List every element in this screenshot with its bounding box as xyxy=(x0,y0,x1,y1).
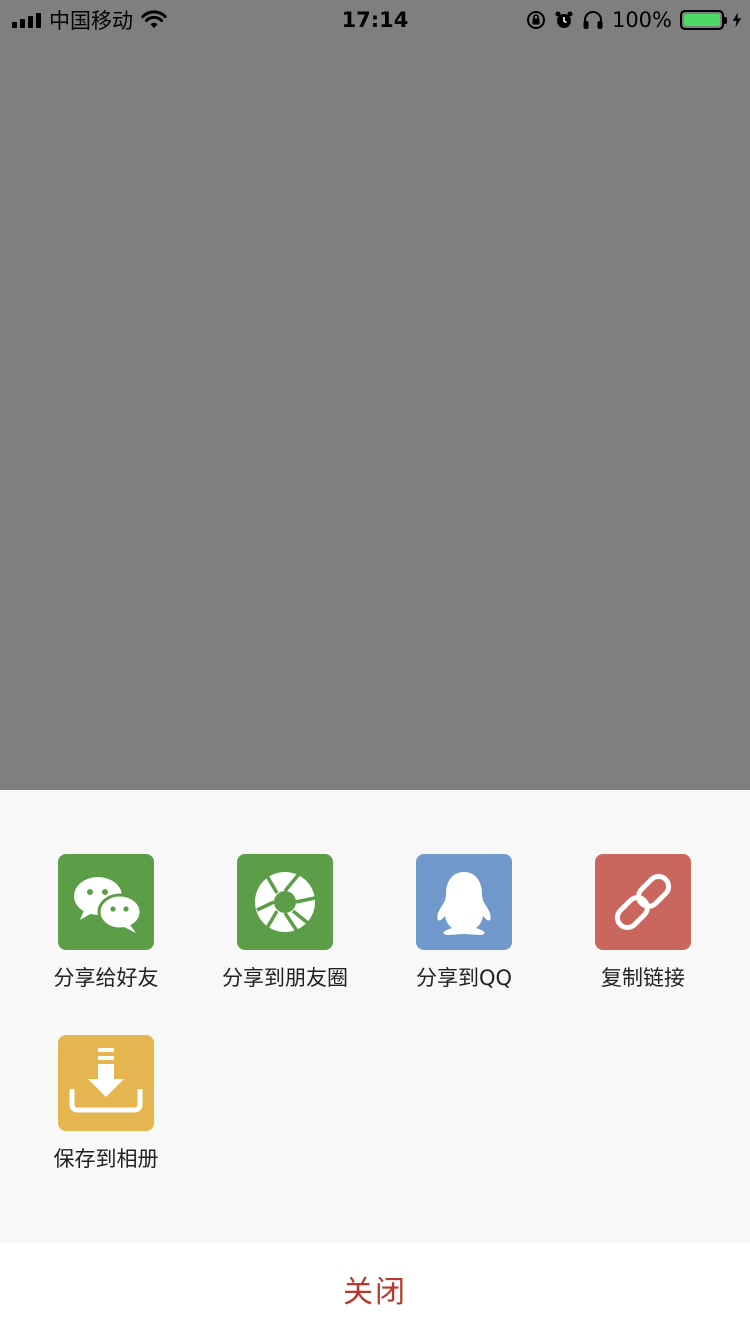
share-sheet: 分享给好友 分享到朋友圈 分享到QQ 复制链接 保存到相册 关闭 xyxy=(0,790,750,1334)
signal-icon xyxy=(12,12,41,28)
share-grid: 分享给好友 分享到朋友圈 分享到QQ 复制链接 保存到相册 xyxy=(0,790,750,1242)
qq-icon xyxy=(416,854,512,950)
battery-fill xyxy=(684,14,720,26)
orientation-lock-icon xyxy=(526,10,546,30)
share-to-friend-button[interactable]: 分享给好友 xyxy=(16,854,196,1004)
close-button-label: 关闭 xyxy=(343,1275,407,1309)
moments-icon xyxy=(237,854,333,950)
status-bar: 中国移动 17:14 100% xyxy=(0,0,750,40)
battery-percent: 100% xyxy=(611,8,672,32)
headphones-icon xyxy=(582,10,604,30)
save-to-album-button[interactable]: 保存到相册 xyxy=(16,1035,196,1185)
download-icon xyxy=(58,1035,154,1131)
status-bar-right: 100% xyxy=(526,0,742,40)
alarm-icon xyxy=(554,10,574,30)
share-item-label: 分享到QQ xyxy=(415,966,513,990)
wifi-icon xyxy=(141,10,167,30)
share-item-label: 分享给好友 xyxy=(53,966,159,990)
battery-icon xyxy=(680,10,727,30)
share-item-label: 复制链接 xyxy=(601,966,685,990)
copy-link-button[interactable]: 复制链接 xyxy=(553,854,733,1004)
status-bar-left: 中国移动 xyxy=(12,0,167,40)
close-button[interactable]: 关闭 xyxy=(0,1243,750,1334)
charging-icon xyxy=(732,11,742,29)
dimmed-overlay[interactable] xyxy=(0,40,750,790)
share-to-moments-button[interactable]: 分享到朋友圈 xyxy=(195,854,375,1004)
share-item-label: 分享到朋友圈 xyxy=(222,966,348,990)
link-icon xyxy=(595,854,691,950)
share-item-label: 保存到相册 xyxy=(53,1147,159,1171)
carrier-name: 中国移动 xyxy=(49,9,133,33)
wechat-icon xyxy=(58,854,154,950)
share-to-qq-button[interactable]: 分享到QQ xyxy=(374,854,554,1004)
